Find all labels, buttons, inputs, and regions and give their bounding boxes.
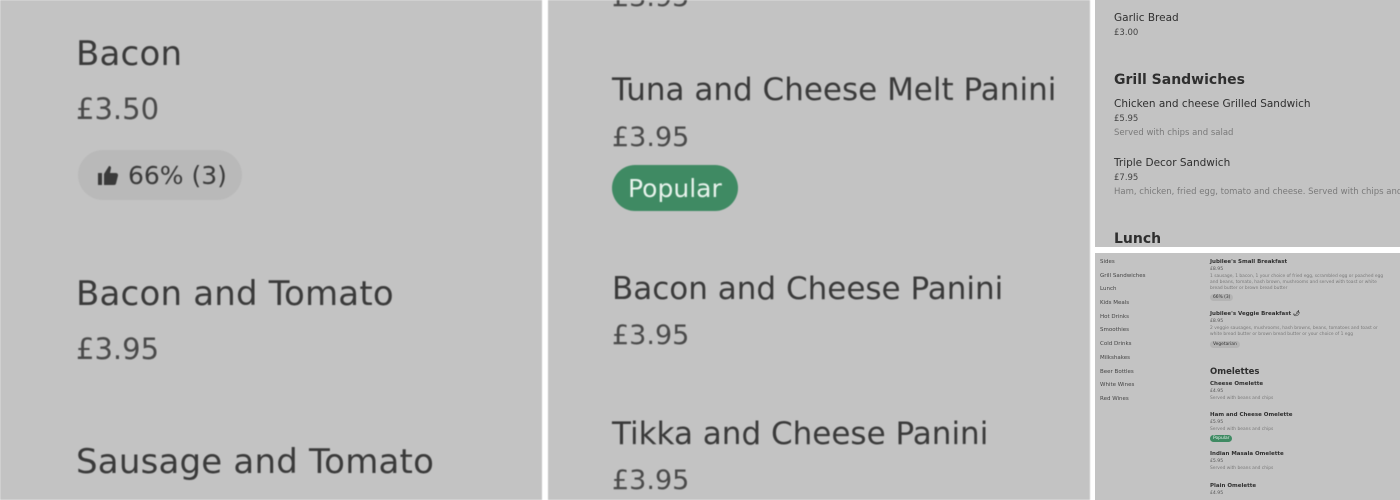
rating-text: 66% (3) [128, 160, 227, 190]
zoom-panel-top-right: Garlic Bread £3.00 Grill Sandwiches Chic… [1095, 0, 1400, 247]
menu-item-name[interactable]: Bacon and Tomato [76, 274, 394, 314]
menu-item-price: £3.00 [1114, 28, 1139, 38]
rating-badge: 66% (3) [1210, 294, 1234, 301]
menu-item-name[interactable]: Jubilee's Small Breakfast [1210, 259, 1287, 265]
vegetarian-badge: Vegetarian [1210, 341, 1240, 348]
popular-badge: Popular [612, 165, 738, 211]
menu-item-description: 1 sausage, 1 bacon, 1 your choice of fri… [1210, 274, 1384, 291]
zoom-panel-middle: £3.95 Tuna and Cheese Melt Panini £3.95 … [548, 0, 1090, 500]
menu-item-price: £5.95 [1114, 114, 1139, 124]
menu-item-name[interactable]: Garlic Bread [1114, 12, 1179, 24]
menu-item-price: £4.95 [1210, 389, 1224, 394]
menu-item-name[interactable]: Sausage and Tomato [76, 442, 434, 482]
sidebar-item[interactable]: Hot Drinks [1100, 314, 1145, 328]
menu-item-name[interactable]: Tikka and Cheese Panini [612, 416, 988, 452]
menu-item-price: £3.95 [612, 320, 690, 351]
menu-item-name[interactable]: Plain Omelette [1210, 483, 1256, 489]
menu-item-description: Served with beans and chips [1210, 427, 1274, 432]
sidebar-item[interactable]: White Wines [1100, 382, 1145, 396]
sidebar-item[interactable]: Cold Drinks [1100, 341, 1145, 355]
thumbs-up-icon [98, 166, 119, 185]
menu-item-price: £4.95 [1210, 491, 1224, 496]
sidebar-item[interactable]: Grill Sandwiches [1100, 273, 1145, 287]
menu-item-price: £3.50 [76, 92, 160, 126]
zoom-panel-bottom-right: Sides Grill Sandwiches Lunch Kids Meals … [1095, 253, 1400, 500]
menu-item-description: Served with chips and salad [1114, 128, 1234, 138]
menu-item-price: £3.95 [612, 465, 690, 496]
menu-item-name[interactable]: Cheese Omelette [1210, 381, 1263, 387]
sidebar-item[interactable]: Kids Meals [1100, 300, 1145, 314]
menu-item-name[interactable]: Triple Decor Sandwich [1114, 157, 1230, 169]
sidebar-item[interactable]: Smoothies [1100, 327, 1145, 341]
section-heading: Lunch [1114, 231, 1162, 247]
menu-item-price: £8.95 [1210, 267, 1224, 272]
menu-item-price: £5.95 [1210, 459, 1224, 464]
sidebar-item[interactable]: Milkshakes [1100, 355, 1145, 369]
menu-item-name[interactable]: Chicken and cheese Grilled Sandwich [1114, 98, 1311, 110]
menu-item-description: Served with beans and chips [1210, 466, 1274, 471]
menu-item-name[interactable]: Ham and Cheese Omelette [1210, 412, 1293, 418]
sidebar-item[interactable]: Lunch [1100, 286, 1145, 300]
section-heading: Omelettes [1210, 367, 1260, 377]
menu-item-price: £3.95 [612, 0, 689, 13]
menu-item-description: 2 veggie sausages, mushrooms, hash brown… [1210, 326, 1378, 337]
menu-item-price: £8.95 [1210, 319, 1224, 324]
popular-badge: Popular [1210, 435, 1233, 442]
menu-item-price: £5.95 [1210, 420, 1224, 425]
menu-item-name[interactable]: Tuna and Cheese Melt Panini [612, 72, 1056, 108]
menu-item-name[interactable]: Bacon [76, 34, 182, 74]
menu-item-description: Ham, chicken, fried egg, tomato and chee… [1114, 187, 1400, 197]
menu-item-price: £3.95 [76, 332, 160, 366]
category-sidebar: Sides Grill Sandwiches Lunch Kids Meals … [1100, 259, 1145, 410]
menu-item-name[interactable]: Jubilee's Veggie Breakfast 🌶 [1210, 311, 1300, 317]
sidebar-item[interactable]: Red Wines [1100, 396, 1145, 410]
menu-item-description: Served with beans and chips [1210, 396, 1274, 401]
rating-badge: 66% (3) [78, 150, 242, 200]
section-heading: Grill Sandwiches [1114, 72, 1246, 88]
menu-item-price: £7.95 [1114, 173, 1139, 183]
menu-item-name[interactable]: Bacon and Cheese Panini [612, 271, 1003, 307]
menu-item-name[interactable]: Indian Masala Omelette [1210, 451, 1284, 457]
menu-item-price: £3.95 [612, 122, 690, 153]
sidebar-item[interactable]: Sides [1100, 259, 1145, 273]
zoom-panel-left: Bacon £3.50 66% (3) Bacon and Tomato £3.… [0, 0, 542, 500]
sidebar-item[interactable]: Beer Bottles [1100, 369, 1145, 383]
